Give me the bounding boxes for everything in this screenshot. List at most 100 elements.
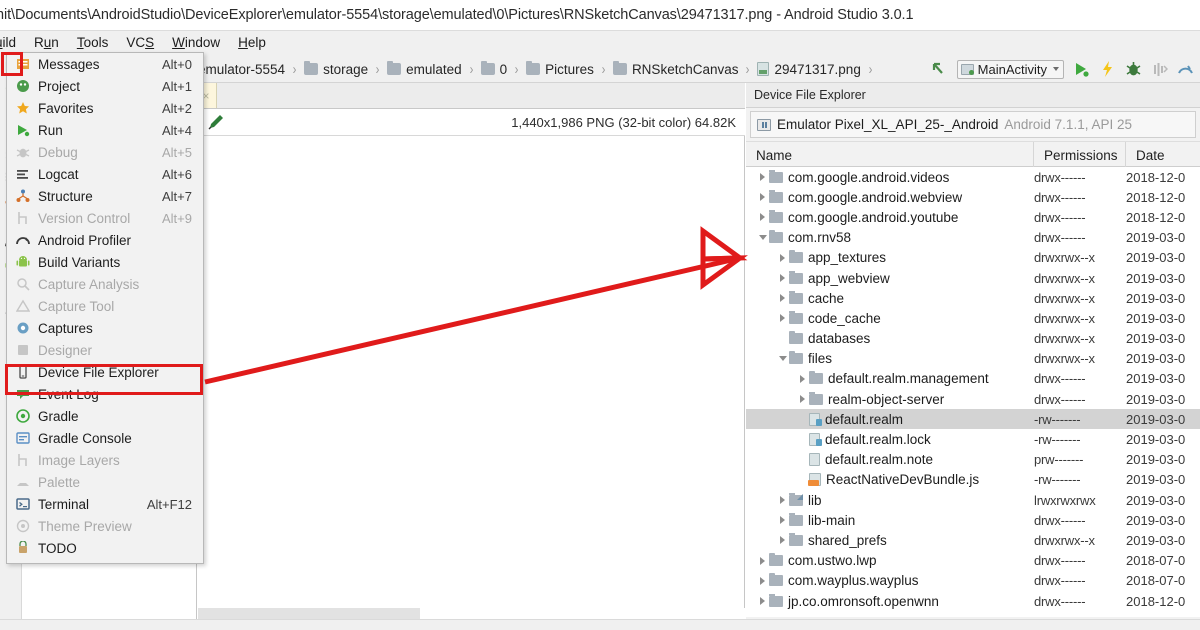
breadcrumb-item-29471317png[interactable]: 29471317.png xyxy=(755,55,862,83)
editor-horizontal-scrollbar[interactable] xyxy=(197,608,745,619)
file-name: app_textures xyxy=(808,250,887,266)
tool-window-shortcut: Alt+6 xyxy=(162,166,192,182)
tool-window-item-messages[interactable]: Messages Alt+0 xyxy=(7,53,203,75)
file-tree-row[interactable]: com.google.android.webview drwx------ 2018… xyxy=(746,187,1200,207)
file-tree-row[interactable]: cache drwxrwx--x 2019-03-0 xyxy=(746,288,1200,308)
file-tree-row[interactable]: com.rnv58 drwx------ 2019-03-0 xyxy=(746,228,1200,248)
file-tree-row[interactable]: jp.co.omronsoft.openwnn drwx------ 2018-12… xyxy=(746,591,1200,611)
breadcrumb-item-0[interactable]: 0 xyxy=(479,55,510,83)
tool-window-item-build-variants[interactable]: Build Variants xyxy=(7,251,203,273)
tool-window-label: Palette xyxy=(38,474,81,490)
file-tree-row[interactable]: com.google.android.videos drwx------ 2018-… xyxy=(746,167,1200,187)
column-header-permissions[interactable]: Permissions xyxy=(1034,142,1126,168)
expand-arrow-icon[interactable] xyxy=(756,576,769,585)
gradle-console-icon xyxy=(16,431,30,445)
attach-debugger-icon[interactable] xyxy=(1151,59,1169,79)
file-tree-row[interactable]: default.realm -rw------- 2019-03-0 xyxy=(746,409,1200,430)
tool-window-label: Designer xyxy=(38,342,93,358)
window-title-bar: nit\Documents\AndroidStudio\DeviceExplor… xyxy=(0,0,1200,31)
file-tree-row[interactable]: lib-main drwx------ 2019-03-0 xyxy=(746,510,1200,530)
expand-arrow-icon[interactable] xyxy=(776,314,789,323)
tool-window-item-todo[interactable]: TODO xyxy=(7,537,203,559)
tool-window-item-event-log[interactable]: Event Log xyxy=(7,383,203,405)
file-tree-row[interactable]: default.realm.note prw------- 2019-03-0 xyxy=(746,450,1200,470)
expand-arrow-icon[interactable] xyxy=(776,253,789,262)
file-tree-row[interactable]: default.realm.management drwx------ 2019-0… xyxy=(746,369,1200,389)
tool-window-item-structure[interactable]: Structure Alt+7 xyxy=(7,185,203,207)
file-tree-row[interactable]: ReactNativeDevBundle.js -rw------- 2019-03… xyxy=(746,470,1200,490)
breadcrumb-item-storage[interactable]: storage xyxy=(302,55,370,83)
tool-window-label: TODO xyxy=(38,540,77,556)
navigate-back-icon[interactable] xyxy=(931,59,948,79)
file-tree-row[interactable]: com.wayplus.wayplus drwx------ 2018-07-0 xyxy=(746,571,1200,591)
expand-arrow-icon[interactable] xyxy=(776,274,789,283)
tool-window-item-gradle[interactable]: Gradle xyxy=(7,405,203,427)
file-tree-row[interactable]: shared_prefs drwxrwx--x 2019-03-0 xyxy=(746,530,1200,550)
expand-arrow-icon[interactable] xyxy=(776,516,789,525)
expand-arrow-icon[interactable] xyxy=(776,294,789,303)
expand-arrow-icon[interactable] xyxy=(776,536,789,545)
tool-window-item-project[interactable]: Project Alt+1 xyxy=(7,75,203,97)
column-header-date[interactable]: Date xyxy=(1126,142,1200,168)
color-picker-icon[interactable] xyxy=(204,113,226,131)
window-bottom-edge xyxy=(0,619,1200,630)
device-icon xyxy=(757,118,771,131)
collapse-arrow-icon[interactable] xyxy=(776,356,789,362)
tool-window-item-debug: Debug Alt+5 xyxy=(7,141,203,163)
file-tree-row[interactable]: realm-object-server drwx------ 2019-03-0 xyxy=(746,389,1200,409)
expand-arrow-icon[interactable] xyxy=(776,496,789,505)
run-icon[interactable] xyxy=(1073,59,1090,79)
tool-windows-popup-menu[interactable]: Messages Alt+0 Project Alt+1 Favorites Alt+2 R… xyxy=(6,52,204,564)
apply-changes-icon[interactable] xyxy=(1099,59,1116,79)
file-permissions: drwxrwx--x xyxy=(1034,270,1095,286)
file-tree-row[interactable]: com.google.android.youtube drwx------ 2018… xyxy=(746,207,1200,227)
tool-window-item-capture-analysis: Capture Analysis xyxy=(7,273,203,295)
expand-arrow-icon[interactable] xyxy=(756,193,769,202)
file-tree-row[interactable]: files drwxrwx--x 2019-03-0 xyxy=(746,349,1200,369)
column-header-name[interactable]: Name xyxy=(746,142,1034,168)
file-tree-row[interactable]: default.realm.lock -rw------- 2019-03-0 xyxy=(746,429,1200,449)
scrollbar-thumb[interactable] xyxy=(198,608,420,619)
expand-arrow-icon[interactable] xyxy=(796,395,809,404)
file-tree-row[interactable]: databases drwxrwx--x 2019-03-0 xyxy=(746,329,1200,349)
image-layers-icon xyxy=(16,453,30,467)
file-name: shared_prefs xyxy=(808,532,887,548)
breadcrumb-label: 29471317.png xyxy=(774,61,861,77)
expand-arrow-icon[interactable] xyxy=(756,173,769,182)
file-tree-row[interactable]: com.ustwo.lwp drwx------ 2018-07-0 xyxy=(746,551,1200,571)
file-date: 2019-03-0 xyxy=(1126,290,1186,306)
file-tree-row[interactable]: code_cache drwxrwx--x 2019-03-0 xyxy=(746,308,1200,328)
star-icon xyxy=(16,101,30,115)
debug-icon[interactable] xyxy=(1125,59,1142,79)
tool-window-item-terminal[interactable]: Terminal Alt+F12 xyxy=(7,493,203,515)
menu-item-help[interactable]: Help xyxy=(229,31,275,55)
breadcrumb-item-pictures[interactable]: Pictures xyxy=(524,55,596,83)
tool-window-item-run[interactable]: Run Alt+4 xyxy=(7,119,203,141)
tool-window-item-logcat[interactable]: Logcat Alt+6 xyxy=(7,163,203,185)
tool-window-shortcut: Alt+9 xyxy=(162,210,192,226)
tool-window-item-device-file-explorer[interactable]: Device File Explorer xyxy=(7,361,203,383)
tool-window-item-captures[interactable]: Captures xyxy=(7,317,203,339)
expand-arrow-icon[interactable] xyxy=(796,374,809,383)
file-tree-row[interactable]: app_webview drwxrwx--x 2019-03-0 xyxy=(746,268,1200,288)
expand-arrow-icon[interactable] xyxy=(756,597,769,606)
android-profiler-icon[interactable] xyxy=(1177,59,1194,79)
file-tree-row[interactable]: app_textures drwxrwx--x 2019-03-0 xyxy=(746,248,1200,268)
expand-arrow-icon[interactable] xyxy=(756,556,769,565)
file-tree-row[interactable]: lib lrwxrwxrwx 2019-03-0 xyxy=(746,490,1200,510)
breadcrumb-item-emulated[interactable]: emulated xyxy=(385,55,464,83)
tool-window-item-favorites[interactable]: Favorites Alt+2 xyxy=(7,97,203,119)
breadcrumb-item-emulator5554[interactable]: emulator-5554 xyxy=(196,55,287,83)
file-tree[interactable]: com.google.android.videos drwx------ 2018-… xyxy=(746,167,1200,619)
tool-window-label: Structure xyxy=(38,188,93,204)
expand-arrow-icon[interactable] xyxy=(756,213,769,222)
tool-window-item-android-profiler[interactable]: Android Profiler xyxy=(7,229,203,251)
run-configuration-select[interactable]: MainActivity xyxy=(956,59,1064,79)
collapse-arrow-icon[interactable] xyxy=(756,235,769,241)
breadcrumb-item-rnsketchcanvas[interactable]: RNSketchCanvas xyxy=(611,55,741,83)
device-selector[interactable]: Emulator Pixel_XL_API_25-_Android Androi… xyxy=(750,111,1196,138)
file-permissions: drwxrwx--x xyxy=(1034,331,1095,347)
chevron-down-icon xyxy=(1053,67,1059,71)
breadcrumb-label: emulator-5554 xyxy=(198,61,286,77)
tool-window-item-gradle-console[interactable]: Gradle Console xyxy=(7,427,203,449)
